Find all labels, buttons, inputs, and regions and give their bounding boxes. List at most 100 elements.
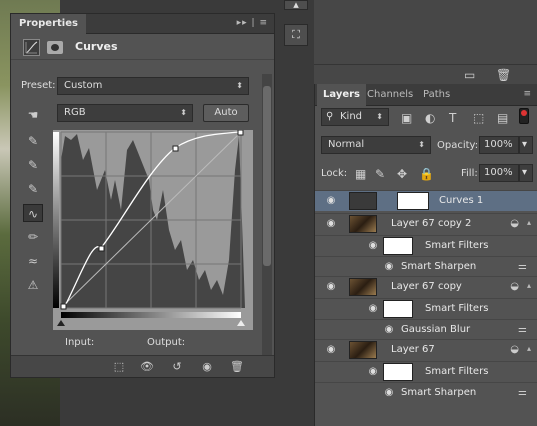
collapse-arrow-icon[interactable]: ▴: [284, 0, 308, 10]
opacity-arrow-icon[interactable]: ▾: [519, 136, 533, 154]
layer-thumbnail: [349, 278, 377, 296]
scroll-thumb[interactable]: [263, 86, 271, 266]
filter-options-icon[interactable]: ⚌: [518, 324, 527, 335]
filter-name: Gaussian Blur: [401, 324, 471, 335]
adjustment-filter-icon[interactable]: ◐: [425, 111, 435, 125]
smart-object-icon: ◒: [510, 344, 519, 355]
curve-points-tool-icon[interactable]: ∿: [23, 204, 43, 222]
trash-icon[interactable]: 🗑: [229, 359, 245, 375]
tab-properties[interactable]: Properties: [11, 14, 86, 34]
filter-row-gaussian-blur[interactable]: ◉ Gaussian Blur ⚌: [315, 319, 537, 340]
layer-row-layer-67-copy[interactable]: ◉ Layer 67 copy ◒ ▴: [315, 276, 537, 297]
view-previous-icon[interactable]: 👁: [139, 359, 155, 375]
properties-title: Curves: [75, 40, 118, 53]
filter-options-icon[interactable]: ⚌: [518, 387, 527, 398]
panel-collapse-icon[interactable]: ▸▸ | ≡: [237, 18, 268, 28]
channel-dropdown[interactable]: RGB ⬍: [57, 104, 193, 122]
kind-filter-dropdown[interactable]: ⚲ Kind ⬍: [321, 108, 389, 126]
layer-row-layer-67-copy-2[interactable]: ◉ Layer 67 copy 2 ◒ ▴: [315, 213, 537, 234]
preset-label: Preset:: [21, 80, 56, 91]
smart-filter-mask-thumb: [383, 300, 413, 318]
lock-all-icon[interactable]: 🔒: [419, 167, 434, 181]
lock-position-icon[interactable]: ✥: [397, 167, 407, 181]
layer-name: Layer 67 copy: [391, 281, 462, 292]
layer-row-curves-1[interactable]: ◉ Curves 1: [315, 190, 537, 211]
blend-mode-dropdown[interactable]: Normal ⬍: [321, 136, 431, 154]
black-point-eyedropper-icon[interactable]: ✎: [23, 132, 43, 150]
smart-object-filter-icon[interactable]: ▤: [497, 111, 508, 125]
mask-icon[interactable]: [47, 41, 63, 54]
visibility-eye-icon[interactable]: ◉: [383, 387, 395, 399]
library-icon[interactable]: ▭: [464, 68, 475, 82]
targeted-adjust-hand-icon[interactable]: ☚: [23, 106, 43, 124]
tab-channels[interactable]: Channels: [361, 84, 419, 106]
visibility-eye-icon[interactable]: ◉: [383, 261, 395, 273]
filter-name: Smart Sharpen: [401, 387, 477, 398]
visibility-eye-icon[interactable]: ◉: [325, 218, 337, 230]
layer-name: Curves 1: [439, 195, 484, 206]
visibility-eye-icon[interactable]: ◉: [325, 195, 337, 207]
smooth-curve-icon[interactable]: ≈: [23, 252, 43, 270]
properties-scrollbar[interactable]: [262, 74, 272, 359]
visibility-eye-icon[interactable]: ◉: [325, 344, 337, 356]
visibility-eye-icon[interactable]: ◉: [367, 366, 379, 378]
fill-arrow-icon[interactable]: ▾: [519, 164, 533, 182]
smart-filters-label: Smart Filters: [425, 303, 489, 314]
properties-panel: Properties ▸▸ | ≡ Curves Preset: Custom ⬍…: [10, 13, 275, 378]
tab-paths[interactable]: Paths: [417, 84, 456, 106]
smart-filters-row[interactable]: ◉ Smart Filters: [315, 298, 537, 319]
reset-icon[interactable]: ↺: [169, 359, 185, 375]
trash-icon[interactable]: 🗑: [496, 68, 511, 82]
panel-menu-icon[interactable]: ≡: [523, 89, 531, 99]
gray-point-eyedropper-icon[interactable]: ✎: [23, 156, 43, 174]
clipping-warning-icon[interactable]: ⚠: [23, 276, 43, 294]
properties-tabbar: Properties ▸▸ | ≡: [11, 14, 274, 34]
channel-value: RGB: [64, 107, 86, 118]
mini-toolbar: ▴ ⛶: [278, 0, 314, 426]
visibility-eye-icon[interactable]: ◉: [383, 324, 395, 336]
smart-filters-row[interactable]: ◉ Smart Filters: [315, 235, 537, 256]
smart-filter-mask-thumb: [383, 363, 413, 381]
search-icon: ⚲: [326, 111, 334, 122]
type-filter-icon[interactable]: T: [449, 111, 456, 125]
pixel-filter-icon[interactable]: ▣: [401, 111, 412, 125]
pencil-draw-icon[interactable]: ✏: [23, 228, 43, 246]
tab-layers[interactable]: Layers: [317, 84, 366, 106]
divider: [314, 64, 537, 65]
filter-options-icon[interactable]: ⚌: [518, 261, 527, 272]
lock-transparency-icon[interactable]: ▦: [355, 167, 366, 181]
filter-row-smart-sharpen[interactable]: ◉ Smart Sharpen ⚌: [315, 382, 537, 403]
smart-filters-row[interactable]: ◉ Smart Filters: [315, 361, 537, 382]
lock-image-icon[interactable]: ✎: [375, 167, 385, 181]
curves-adjustment-thumb-icon: [349, 192, 377, 210]
visibility-eye-icon[interactable]: ◉: [367, 303, 379, 315]
fill-field[interactable]: 100%: [479, 164, 519, 182]
visibility-eye-icon[interactable]: ◉: [199, 359, 215, 375]
auto-button[interactable]: Auto: [203, 104, 249, 122]
lock-label: Lock:: [321, 168, 348, 179]
curves-graph[interactable]: [53, 130, 253, 330]
collapse-arrow-icon[interactable]: ▴: [527, 281, 531, 290]
white-point-eyedropper-icon[interactable]: ✎: [23, 180, 43, 198]
fill-label: Fill:: [461, 168, 478, 179]
dropdown-arrow-icon: ⬍: [376, 112, 383, 121]
curves-adjustment-icon[interactable]: [23, 39, 40, 56]
preset-dropdown[interactable]: Custom ⬍: [57, 77, 249, 95]
visibility-eye-icon[interactable]: ◉: [325, 281, 337, 293]
collapse-arrow-icon[interactable]: ▴: [527, 344, 531, 353]
visibility-eye-icon[interactable]: ◉: [367, 240, 379, 252]
smart-filters-label: Smart Filters: [425, 366, 489, 377]
blend-mode-value: Normal: [328, 139, 365, 150]
lock-row: Lock: ▦ ✎ ✥ 🔒 Fill: 100% ▾: [315, 164, 537, 186]
layer-row-layer-67[interactable]: ◉ Layer 67 ◒ ▴: [315, 339, 537, 360]
clip-to-layer-icon[interactable]: ⬚: [111, 359, 127, 375]
blend-row: Normal ⬍ Opacity: 100% ▾: [315, 136, 537, 158]
3d-panel-icon[interactable]: ⛶: [284, 24, 308, 46]
opacity-field[interactable]: 100%: [479, 136, 519, 154]
filter-toggle-icon[interactable]: [519, 108, 529, 124]
filter-row-smart-sharpen[interactable]: ◉ Smart Sharpen ⚌: [315, 256, 537, 277]
collapse-arrow-icon[interactable]: ▴: [527, 218, 531, 227]
layers-tabbar: Layers Channels Paths ≡: [315, 84, 537, 106]
shape-filter-icon[interactable]: ⬚: [473, 111, 484, 125]
preset-value: Custom: [64, 80, 103, 91]
